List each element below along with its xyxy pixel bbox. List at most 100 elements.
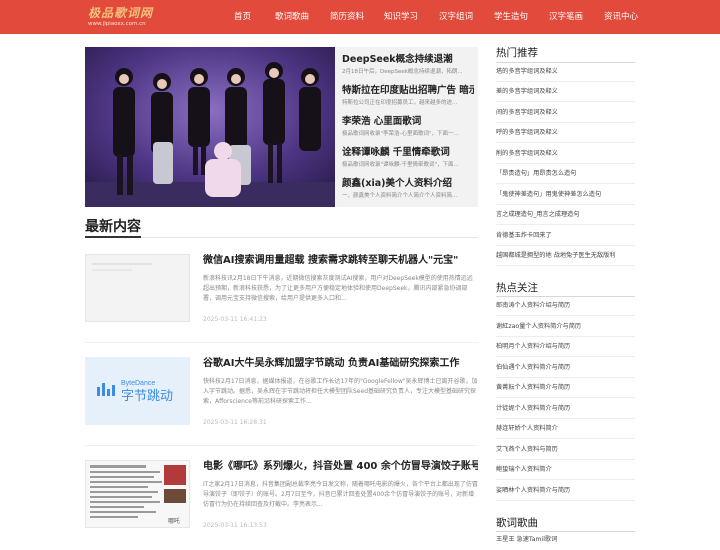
focus-item[interactable]: 谢紅zao量个人资料简介与简历 [496,322,635,332]
headline-title: 颜鑫(xia)美个人资料介绍 [342,178,452,189]
lyrics-item[interactable]: 王星王 急速Tamil歌词 [496,535,635,545]
hot-item[interactable]: 肯德基玉炸卡回来了 [496,231,635,241]
headline-title: 李荣浩 心里面歌词 [342,116,422,127]
divider [496,459,635,460]
headline-title: DeepSeek概念持续退潮 [342,54,453,65]
divider [496,163,635,164]
site-logo[interactable]: 极品歌词网 www.jlpiaoxx.com.cn [88,6,158,30]
hot-item[interactable]: 「鬼使神差造句」用鬼使神差怎么造句 [496,190,635,200]
nav-word-groups[interactable]: 汉字组词 [439,0,473,34]
hot-item[interactable]: 塔的多音字组词及释义 [496,67,635,77]
article-item[interactable]: ByteDance 字节跳动 谷歌AI大牛吴永辉加盟字节跳动 负责AI基础研究探… [85,357,478,447]
thumb-brand-en: ByteDance [121,380,155,387]
focus-item[interactable]: 计徒妮个人资料简介与简历 [496,404,635,414]
focus-item[interactable]: 黄菁耘个人资料简介与简历 [496,383,635,393]
latest-section-title: 最新内容 [85,219,141,235]
divider [496,142,635,143]
hot-item[interactable]: 差的多音字组词及释义 [496,87,635,97]
article-summary: IT之家2月17日消息，抖音集团副总裁李亮今日发文称，随着哪吒电影的爆火，各个平… [203,481,478,508]
hot-item[interactable]: 呼的多音字组词及释义 [496,128,635,138]
divider [496,62,635,63]
headline-title: 诠释谭咏麟 千里情牵歌词 [342,147,450,158]
hot-item[interactable]: 间的多音字组词及释义 [496,108,635,118]
divider [496,315,635,316]
headline-summary: 特斯拉公司正在印度招募员工，越来越多的迹... [342,100,458,106]
focus-item[interactable]: 伯仙遇个人资料简介与简历 [496,363,635,373]
hot-focus-title: 热点关注 [496,282,538,294]
featured-headline[interactable]: DeepSeek概念持续退潮 2月18日午后，DeepSeek概念持续退潮，拓朗… [342,53,474,77]
nav-strokes[interactable]: 汉字笔画 [549,0,583,34]
article-summary: 新浪科技讯2月18日下午消息，近期微信搜索灰度测试AI搜索，用户对DeepSee… [203,275,473,302]
article-date: 2025-03-11 16:28:31 [203,419,267,426]
divider [496,224,635,225]
nav-news[interactable]: 资讯中心 [604,0,638,34]
divider [496,101,635,102]
focus-item[interactable]: 柏明月个人资料介绍与简历 [496,342,635,352]
featured-headline[interactable]: 李荣浩 心里面歌词 极品歌词网收录"李荣浩-心里面歌词"，下面一... [342,115,474,139]
divider [496,418,635,419]
hot-item[interactable]: 「昂贵造句」用昂贵怎么造句 [496,169,635,179]
article-thumbnail[interactable] [85,254,190,322]
divider [496,397,635,398]
site-header: 极品歌词网 www.jlpiaoxx.com.cn 首页 歌词歌曲 简历资料 知… [0,0,720,34]
headline-title: 特斯拉在印度贴出招聘广告 暗示 [342,85,474,96]
divider [496,438,635,439]
divider [496,531,635,532]
divider [496,81,635,82]
hot-item[interactable]: 言之成理造句_用言之成理造句 [496,210,635,220]
focus-item[interactable]: 赫连轩娇个人资料简介 [496,424,635,434]
lyrics-section-title: 歌词歌曲 [496,517,538,529]
featured-image[interactable] [85,47,335,207]
article-date: 2025-03-11 16:13:53 [203,522,267,529]
divider [496,245,635,246]
headline-summary: 极品歌词网收录"谭咏麟-千里情牵歌词"，下面... [342,162,459,168]
nav-lyrics[interactable]: 歌词歌曲 [275,0,309,34]
featured-headline[interactable]: 特斯拉在印度贴出招聘广告 暗示 特斯拉公司正在印度招募员工，越来越多的迹... [342,84,474,108]
article-summary: 快科技2月17日消息，据媒体报道，在谷歌工作长达17年的"GoogleFello… [203,378,478,405]
focus-item[interactable]: 鲍蛰瑞个人资料简介 [496,465,635,475]
divider [496,356,635,357]
focus-item[interactable]: 郎南涛个人资料介绍与简历 [496,301,635,311]
logo-name: 极品歌词网 [88,6,154,20]
focus-item[interactable]: 艾飞燕个人资料与简历 [496,445,635,455]
article-thumbnail[interactable]: 哪吒 [85,460,190,528]
divider [85,445,478,446]
article-title[interactable]: 微信AI搜索调用量超载 搜索需求跳转至聊天机器人"元宝" [203,254,478,268]
article-title[interactable]: 电影《哪吒》系列爆火，抖音处置 400 余个仿冒导演饺子账号 [203,460,478,474]
article-item[interactable]: 微信AI搜索调用量超载 搜索需求跳转至聊天机器人"元宝" 新浪科技讯2月18日下… [85,254,478,344]
article-thumbnail[interactable]: ByteDance 字节跳动 [85,357,190,425]
article-date: 2025-03-11 16:41:23 [203,316,267,323]
headline-summary: 2月18日午后，DeepSeek概念持续退潮，拓朗... [342,69,463,75]
nav-resume[interactable]: 简历资料 [330,0,364,34]
featured-section: DeepSeek概念持续退潮 2月18日午后，DeepSeek概念持续退潮，拓朗… [85,47,478,207]
divider [85,237,478,238]
main-nav: 首页 歌词歌曲 简历资料 知识学习 汉字组词 学生造句 汉字笔画 资讯中心 [222,0,642,34]
divider [496,500,635,501]
featured-headline[interactable]: 诠释谭咏麟 千里情牵歌词 极品歌词网收录"谭咏麟-千里情牵歌词"，下面... [342,146,474,170]
divider [85,342,478,343]
thumb-brand-cn: 字节跳动 [121,389,173,404]
divider [496,336,635,337]
divider [496,265,635,266]
hot-recommend-title: 热门推荐 [496,47,538,59]
article-item[interactable]: 哪吒 电影《哪吒》系列爆火，抖音处置 400 余个仿冒导演饺子账号 IT之家2月… [85,460,478,550]
featured-headlines: DeepSeek概念持续退潮 2月18日午后，DeepSeek概念持续退潮，拓朗… [335,47,478,207]
divider [496,377,635,378]
divider [496,479,635,480]
focus-item[interactable]: 娑晒林个人资料简介与简历 [496,486,635,496]
nav-home[interactable]: 首页 [234,0,251,34]
divider [496,296,635,297]
headline-summary: 极品歌词网收录"李荣浩-心里面歌词"，下面一... [342,131,459,137]
featured-headline[interactable]: 颜鑫(xia)美个人资料介绍 一、颜鑫美个人资料简介个人简介个人资料简... [342,177,474,201]
hot-item[interactable]: 越国都城是拥型的地 战地兔子医生无敌版利 [496,251,635,261]
logo-url: www.jlpiaoxx.com.cn [88,21,146,27]
nav-sentences[interactable]: 学生造句 [494,0,528,34]
nav-knowledge[interactable]: 知识学习 [384,0,418,34]
thumb-mark: 哪吒 [168,517,180,525]
hot-item[interactable]: 削的多音字组词及释义 [496,149,635,159]
title-accent-bar [85,236,141,238]
divider [496,183,635,184]
divider [496,122,635,123]
divider [496,204,635,205]
article-title[interactable]: 谷歌AI大牛吴永辉加盟字节跳动 负责AI基础研究探索工作 [203,357,478,371]
